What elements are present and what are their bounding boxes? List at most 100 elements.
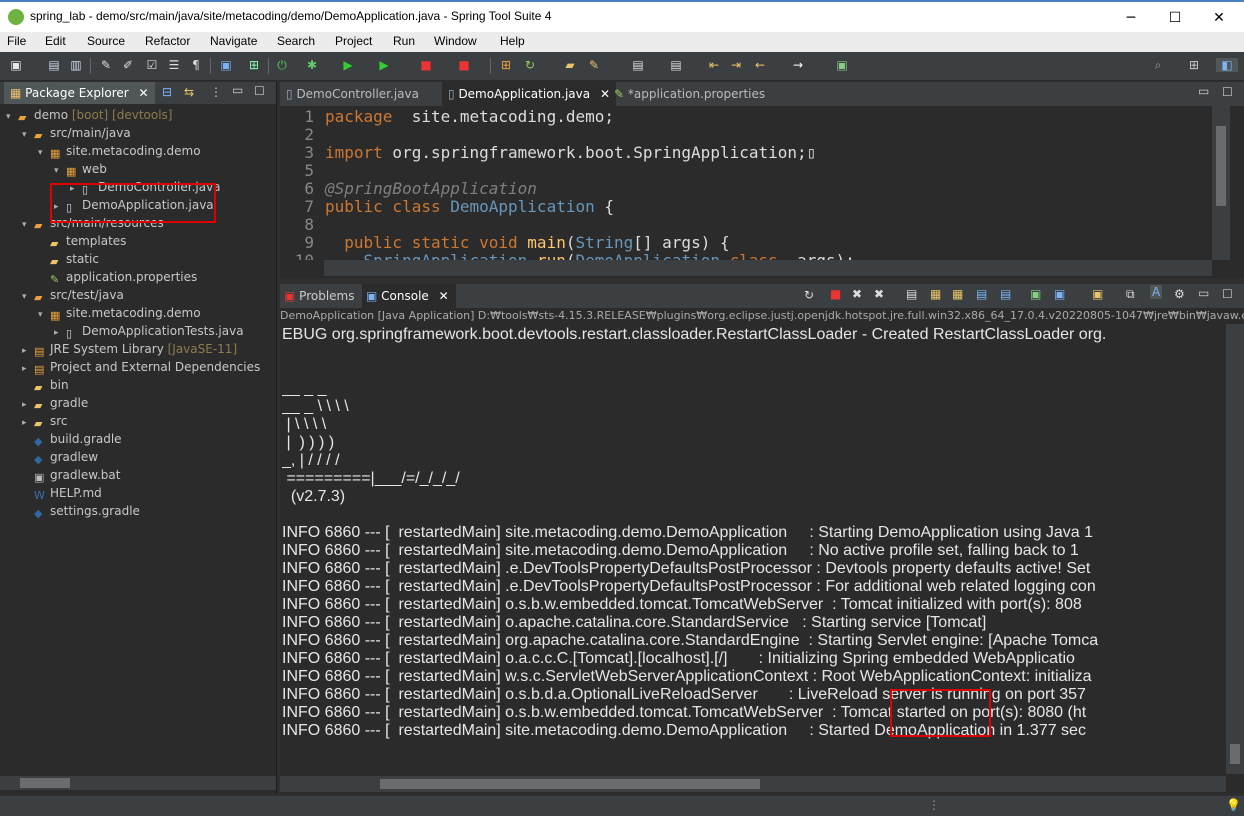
expand-toggle-icon[interactable]: ▾: [22, 288, 34, 306]
new-console-icon[interactable]: ▣: [1092, 287, 1103, 301]
open-folder-icon[interactable]: ▰: [562, 58, 578, 72]
show-stdout-icon[interactable]: ▤: [976, 287, 987, 301]
tree-item[interactable]: ▰ bin: [22, 376, 69, 394]
copy-icon[interactable]: ⧉: [1126, 287, 1135, 302]
tree-item[interactable]: ✎ application.properties: [38, 268, 197, 286]
tree-item[interactable]: ▸ ▯ DemoApplicationTests.java: [54, 322, 244, 340]
task-icon[interactable]: ☑: [144, 58, 160, 72]
stop-icon[interactable]: ■: [418, 58, 434, 72]
tree-item[interactable]: ▸ ▤ Project and External Dependencies: [22, 358, 260, 376]
expand-toggle-icon[interactable]: ▾: [6, 108, 18, 126]
expand-toggle-icon[interactable]: ▾: [38, 144, 50, 162]
tab-application-properties[interactable]: ✎ *application.properties: [614, 82, 784, 106]
tab-demo-controller[interactable]: ▯ DemoController.java: [286, 82, 436, 106]
menu-run[interactable]: Run: [393, 34, 415, 48]
tab-problems[interactable]: ▣ Problems: [284, 284, 354, 308]
console-output[interactable]: EBUG org.springframework.boot.devtools.r…: [282, 324, 1226, 776]
console-vertical-scrollbar[interactable]: [1226, 324, 1244, 774]
menu-refactor[interactable]: Refactor: [145, 34, 190, 48]
tip-lightbulb-icon[interactable]: 💡: [1226, 798, 1241, 812]
refresh-icon[interactable]: ↻: [522, 58, 538, 72]
last-edit-icon[interactable]: ⇤: [706, 58, 722, 72]
debug-icon[interactable]: ✱: [304, 58, 320, 72]
settings-icon[interactable]: ⚙: [1174, 287, 1185, 301]
brush-icon[interactable]: ✎: [586, 58, 602, 72]
forward-icon[interactable]: →: [790, 58, 806, 72]
boot-dashboard-icon[interactable]: ⏻: [274, 58, 290, 72]
console-horizontal-scrollbar[interactable]: [280, 776, 1226, 792]
java-perspective-icon[interactable]: ◧: [1216, 58, 1238, 72]
save-all-icon[interactable]: ▥: [68, 58, 84, 72]
tree-item[interactable]: ▸ ▰ gradle: [22, 394, 88, 412]
annotation-icon[interactable]: ▤: [630, 58, 646, 72]
menu-file[interactable]: File: [7, 34, 26, 48]
display-console-icon[interactable]: ▣: [1054, 287, 1065, 301]
run-icon[interactable]: ▶: [340, 58, 356, 72]
maximize-view-icon[interactable]: ☐: [1222, 85, 1233, 99]
menu-navigate[interactable]: Navigate: [210, 34, 257, 48]
tree-item[interactable]: ▸ ▤ JRE System Library [JavaSE-11]: [22, 340, 237, 358]
new-project-icon[interactable]: ⊞: [498, 58, 514, 72]
remove-all-icon[interactable]: ✖: [874, 287, 884, 301]
editor-vertical-scrollbar[interactable]: [1212, 106, 1230, 260]
terminate-icon[interactable]: ■: [830, 287, 841, 301]
close-icon[interactable]: ✕: [439, 289, 449, 303]
bug-icon[interactable]: ✎: [98, 58, 114, 72]
tree-item[interactable]: ◆ settings.gradle: [22, 502, 140, 520]
minimize-view-icon[interactable]: ▭: [232, 83, 243, 97]
tree-item[interactable]: ▾ ▰ src/main/java: [22, 124, 131, 142]
expand-toggle-icon[interactable]: ▾: [22, 126, 34, 144]
remove-launch-icon[interactable]: ✖: [852, 287, 862, 301]
relaunch-icon[interactable]: ■: [456, 58, 472, 72]
minimize-button[interactable]: ─: [1108, 6, 1154, 30]
restart-icon[interactable]: ↻: [804, 288, 814, 302]
tree-item[interactable]: ◆ build.gradle: [22, 430, 122, 448]
horizontal-scrollbar[interactable]: [0, 776, 276, 790]
minimize-view-icon[interactable]: ▭: [1198, 286, 1209, 300]
maximize-button[interactable]: ☐: [1152, 6, 1198, 30]
menu-edit[interactable]: Edit: [45, 34, 66, 48]
menu-source[interactable]: Source: [87, 34, 125, 48]
editor-horizontal-scrollbar[interactable]: [324, 260, 1212, 276]
close-button[interactable]: ✕: [1196, 6, 1242, 30]
open-perspective-icon[interactable]: ⊞: [1186, 58, 1202, 72]
terminal-icon[interactable]: ⊞: [246, 58, 262, 72]
tab-package-explorer[interactable]: ▦ Package Explorer ✕: [4, 82, 155, 104]
console-icon[interactable]: ▣: [218, 58, 234, 72]
tree-item[interactable]: ▾ ▰ demo [boot] [devtools]: [6, 106, 172, 124]
pin-icon[interactable]: ▣: [834, 58, 850, 72]
maximize-view-icon[interactable]: ☐: [1222, 287, 1233, 301]
expand-toggle-icon[interactable]: ▾: [38, 306, 50, 324]
scrollbar-thumb[interactable]: [380, 779, 760, 789]
ansi-icon[interactable]: A: [1150, 285, 1163, 299]
view-menu-icon[interactable]: ⋮: [210, 85, 222, 99]
scroll-lock-icon[interactable]: ▦: [930, 287, 941, 301]
menu-project[interactable]: Project: [335, 34, 372, 48]
menu-window[interactable]: Window: [434, 34, 477, 48]
scrollbar-thumb[interactable]: [1230, 744, 1240, 764]
word-wrap-icon[interactable]: ▦: [952, 287, 963, 301]
close-icon[interactable]: ✕: [139, 86, 149, 100]
tree-item[interactable]: ◆ gradlew: [22, 448, 98, 466]
doc-icon[interactable]: ☰: [166, 58, 182, 72]
tree-item[interactable]: ▣ gradlew.bat: [22, 466, 120, 484]
pin-console-icon[interactable]: ▣: [1030, 287, 1041, 301]
back-icon[interactable]: ←: [752, 58, 768, 72]
scrollbar-thumb[interactable]: [1216, 126, 1226, 206]
pilcrow-icon[interactable]: ¶: [188, 58, 204, 72]
next-edit-icon[interactable]: ⇥: [728, 58, 744, 72]
tree-item[interactable]: ▸ ▰ src: [22, 412, 68, 430]
new-icon[interactable]: ▣: [8, 58, 24, 72]
clear-console-icon[interactable]: ▤: [906, 287, 917, 301]
run-external-icon[interactable]: ▶: [376, 58, 392, 72]
expand-toggle-icon[interactable]: ▾: [22, 216, 34, 234]
tree-item[interactable]: ▾ ▦ site.metacoding.demo: [38, 142, 201, 160]
scrollbar-thumb[interactable]: [20, 778, 70, 788]
menu-search[interactable]: Search: [277, 34, 315, 48]
menu-help[interactable]: Help: [500, 34, 525, 48]
save-icon[interactable]: ▤: [46, 58, 62, 72]
search-icon[interactable]: ⌕: [1150, 58, 1166, 72]
minimize-view-icon[interactable]: ▭: [1198, 84, 1209, 98]
close-icon[interactable]: ✕: [600, 87, 610, 101]
tree-item[interactable]: ▾ ▦ web: [54, 160, 107, 178]
